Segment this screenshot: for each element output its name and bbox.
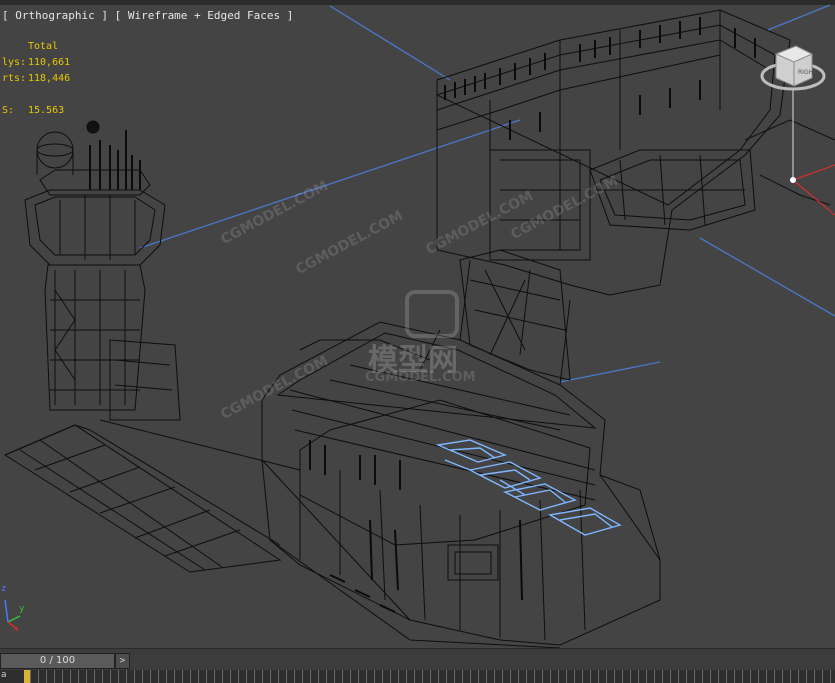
perspective-viewport[interactable]: CGMODEL.COM CGMODEL.COM CGMODEL.COM CGMO… <box>0 0 835 648</box>
deck-railings <box>444 17 756 140</box>
axis-x-label: x <box>13 624 19 634</box>
track-bar[interactable]: a <box>0 670 835 683</box>
time-slider-bar: 0 / 100 > <box>0 648 835 671</box>
frame-ticks <box>30 670 835 683</box>
stats-verts-label: rts: <box>2 73 27 84</box>
tower-antennas <box>89 130 141 190</box>
stats-header: Total <box>28 41 59 52</box>
axis-y-label: y <box>19 604 25 614</box>
axis-z-label: z <box>1 584 7 594</box>
next-frame-button[interactable]: > <box>115 653 130 669</box>
selected-objects[interactable] <box>435 439 622 536</box>
stats-fps-label: S: <box>2 105 15 116</box>
stats-polys-value: 110,661 <box>28 57 71 68</box>
grid-lines <box>139 4 835 383</box>
time-slider-thumb[interactable]: 0 / 100 <box>0 653 115 669</box>
stats-verts-value: 118,446 <box>28 73 71 84</box>
stats-polys-label: lys: <box>2 57 27 68</box>
viewport-label-menu[interactable]: [ Orthographic ] [ Wireframe + Edged Fac… <box>2 9 293 22</box>
viewcube-face-label[interactable]: RIGHT <box>798 69 817 76</box>
watermark-logo-icon <box>405 290 459 338</box>
control-tower <box>24 120 181 421</box>
track-bar-label: a <box>1 670 7 680</box>
transform-gizmo[interactable] <box>790 90 835 216</box>
dock-ramp <box>3 419 301 573</box>
viewcube[interactable]: RIGHT <box>758 44 828 100</box>
watermark-logo-text: 模型网 <box>368 343 458 378</box>
stats-fps-value: 15.563 <box>28 105 65 116</box>
